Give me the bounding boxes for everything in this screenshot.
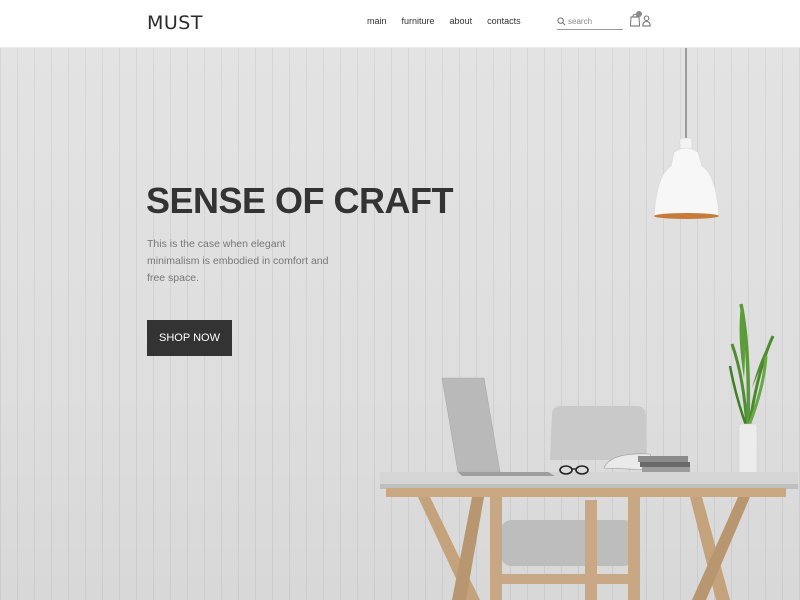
search-icon[interactable]: [557, 17, 566, 26]
site-header: MUST main furniture about contacts: [0, 0, 800, 48]
nav-item-furniture[interactable]: furniture: [402, 16, 435, 26]
main-nav: main furniture about contacts: [367, 16, 536, 26]
laptop: [441, 377, 555, 476]
nav-item-about[interactable]: about: [450, 16, 473, 26]
search-box: [557, 14, 623, 30]
potted-plant: [728, 303, 775, 475]
pendant-lamp: [653, 147, 720, 217]
chair: [490, 406, 646, 600]
shop-now-button[interactable]: SHOP NOW: [147, 320, 232, 356]
hero-subtitle: This is the case when elegant minimalism…: [147, 238, 329, 284]
nav-item-contacts[interactable]: contacts: [487, 16, 521, 26]
logo[interactable]: MUST: [147, 12, 203, 34]
nav-item-main[interactable]: main: [367, 16, 387, 26]
hero-scene-illustration: [380, 48, 798, 600]
hero-title: SENSE OF CRAFT: [146, 180, 454, 221]
user-icon[interactable]: [642, 15, 651, 27]
hero-banner: SENSE OF CRAFT This is the case when ele…: [0, 48, 800, 600]
search-input[interactable]: [568, 17, 622, 26]
